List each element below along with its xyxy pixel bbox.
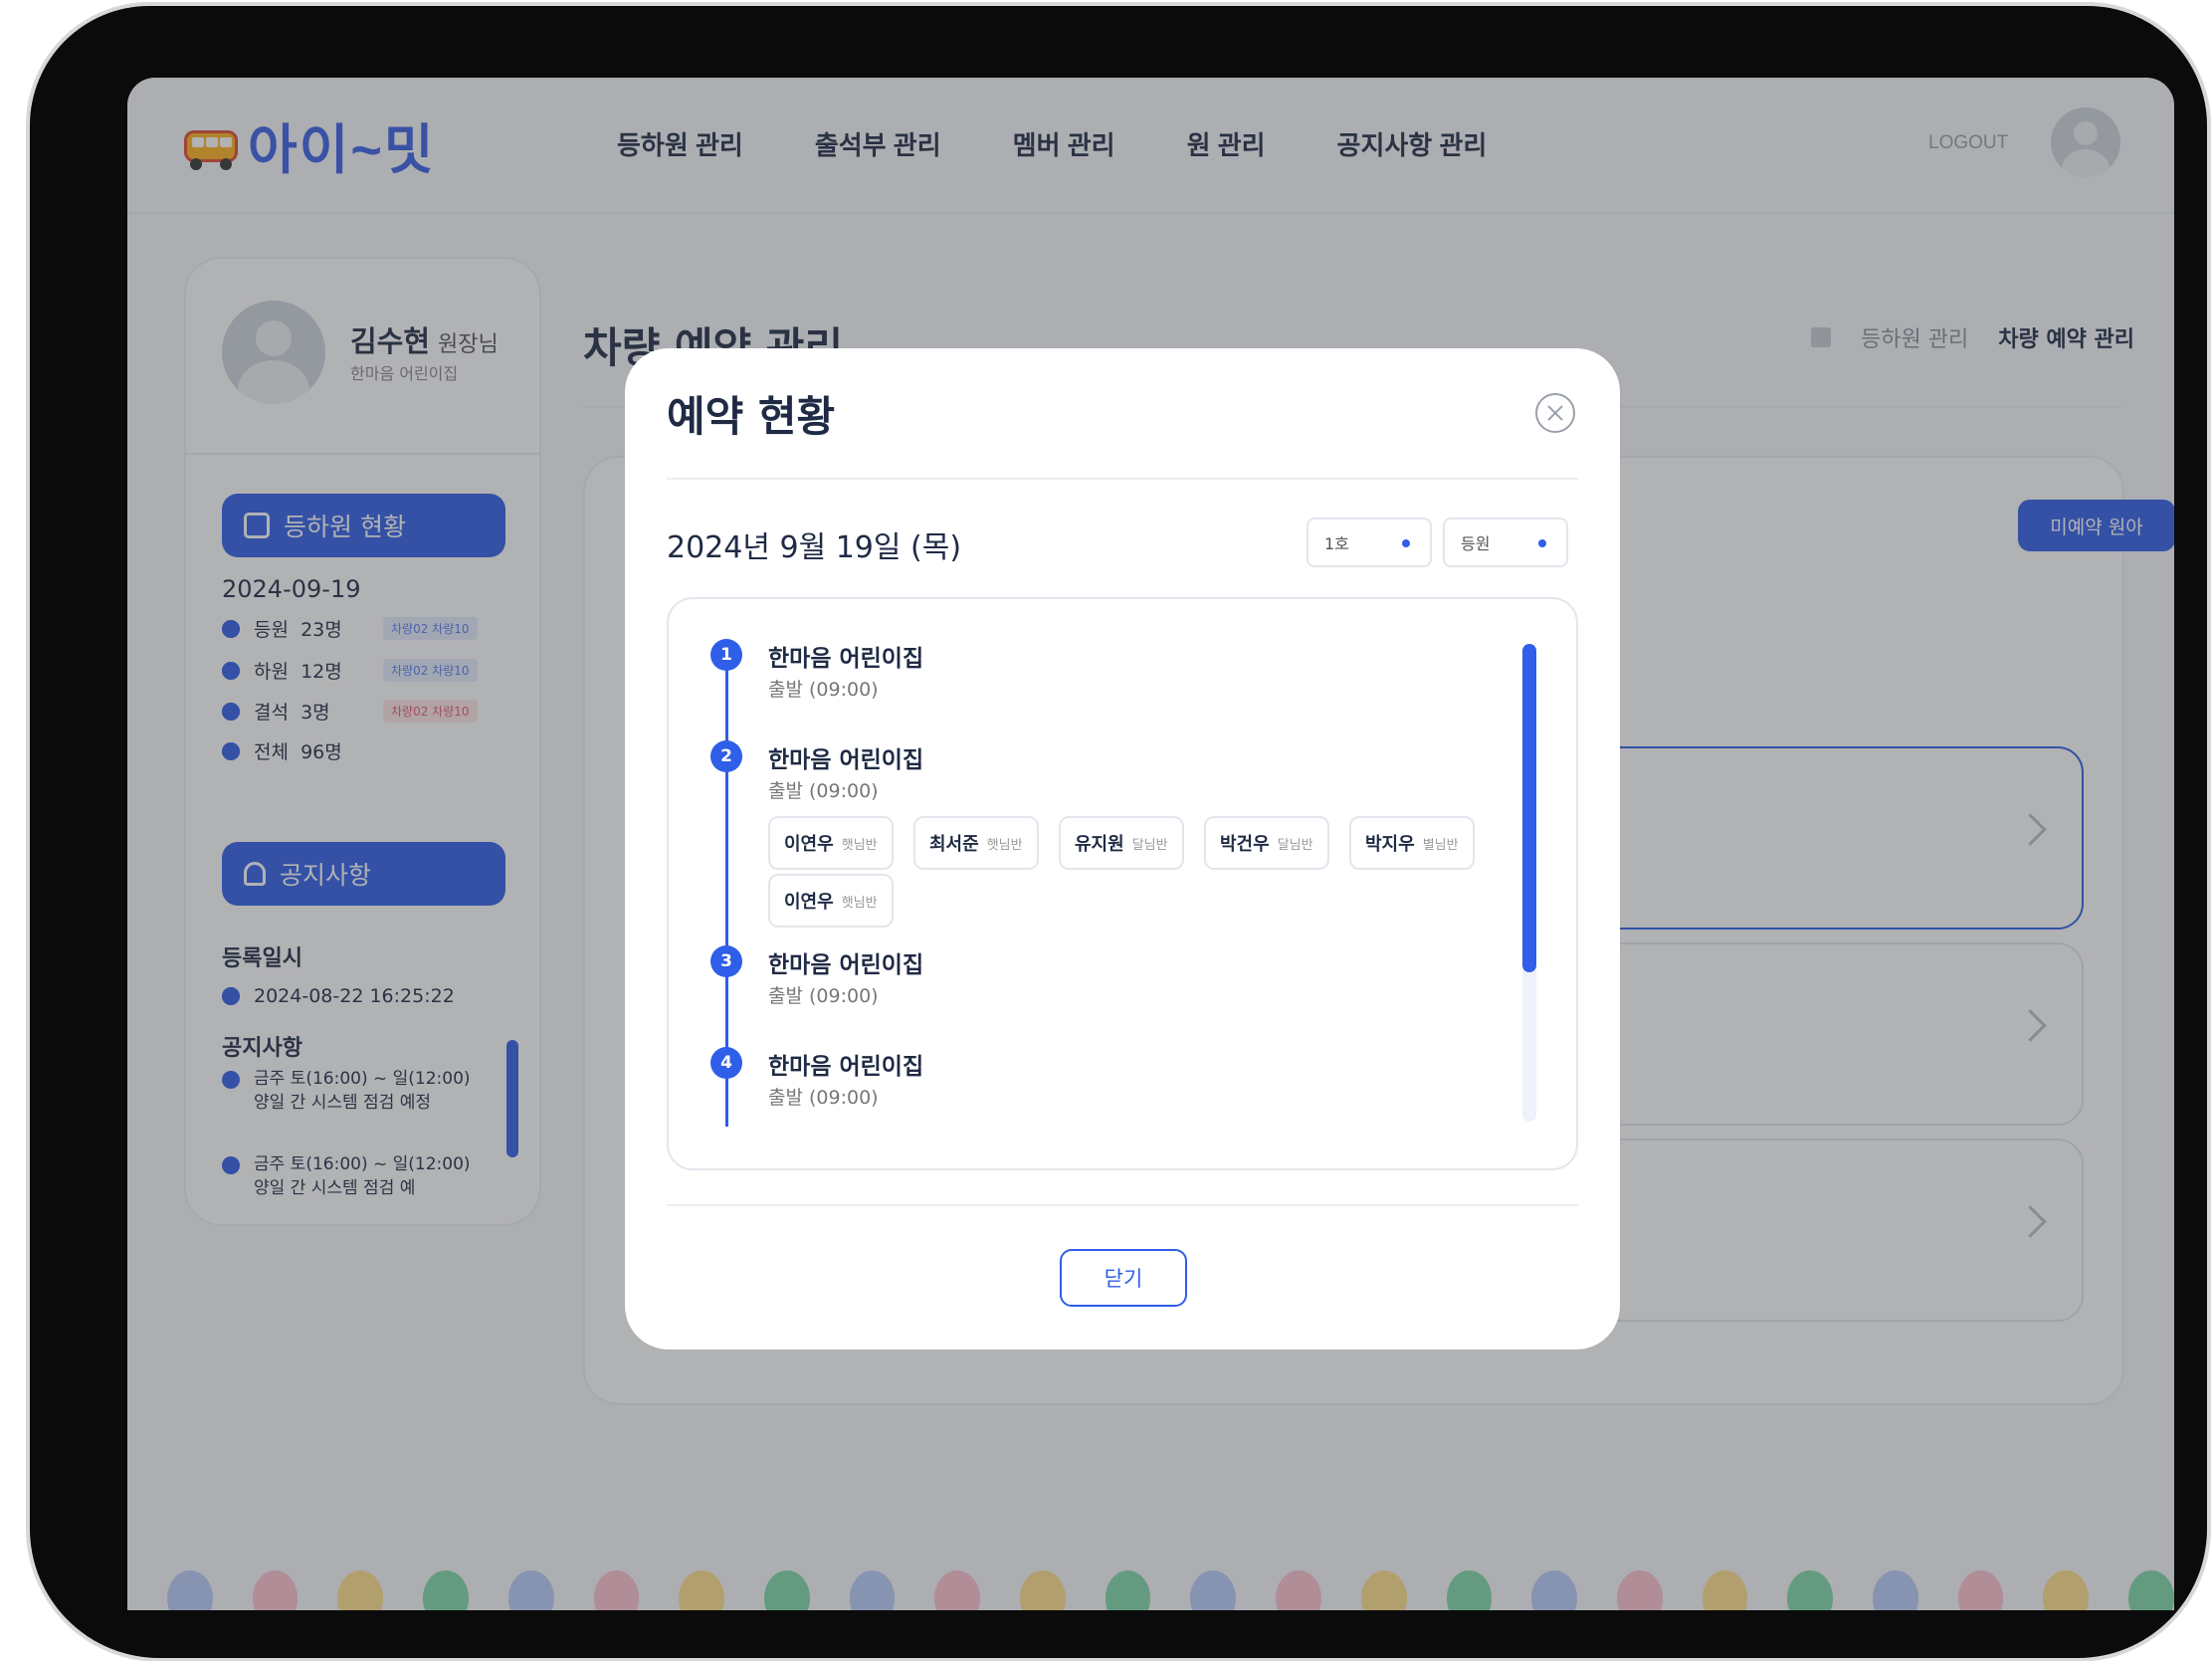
modal-title: 예약 현황 bbox=[667, 392, 836, 441]
type-select[interactable]: 등원 bbox=[1443, 518, 1568, 567]
route-timeline: 1 한마음 어린이집 출발 (09:00) 2 한마음 어린이집 출발 (09:… bbox=[667, 597, 1578, 1170]
chevron-down-icon bbox=[1402, 539, 1410, 547]
divider bbox=[667, 1204, 1578, 1206]
stop-name: 한마음 어린이집 bbox=[768, 952, 924, 978]
child-chip[interactable]: 유지원 달님반 bbox=[1059, 816, 1184, 870]
stop-number: 1 bbox=[710, 639, 742, 671]
child-chip[interactable]: 박건우 달님반 bbox=[1204, 816, 1329, 870]
divider bbox=[667, 478, 1578, 480]
child-chip[interactable]: 박지우 별님반 bbox=[1349, 816, 1475, 870]
stop-time: 출발 (09:00) bbox=[768, 985, 879, 1007]
vehicle-select-value: 1호 bbox=[1324, 534, 1349, 553]
child-chip[interactable]: 최서준 햇님반 bbox=[913, 816, 1039, 870]
close-icon[interactable] bbox=[1535, 393, 1575, 433]
vehicle-select[interactable]: 1호 bbox=[1307, 518, 1432, 567]
stop-name: 한마음 어린이집 bbox=[768, 1054, 924, 1080]
stop-number: 4 bbox=[710, 1047, 742, 1079]
timeline-scrollbar-thumb[interactable] bbox=[1522, 644, 1536, 972]
stop-time: 출발 (09:00) bbox=[768, 1087, 879, 1109]
stop-name: 한마음 어린이집 bbox=[768, 747, 924, 773]
stop-time: 출발 (09:00) bbox=[768, 780, 879, 802]
reservation-status-modal: 예약 현황 2024년 9월 19일 (목) 1호 등원 1 한마음 어린이집 … bbox=[625, 348, 1620, 1350]
close-button[interactable]: 닫기 bbox=[1060, 1249, 1187, 1307]
child-chip[interactable]: 이연우 햇님반 bbox=[768, 874, 894, 928]
stop-time: 출발 (09:00) bbox=[768, 679, 879, 701]
chevron-down-icon bbox=[1538, 539, 1546, 547]
stop-number: 2 bbox=[710, 740, 742, 772]
child-chip[interactable]: 이연우 햇님반 bbox=[768, 816, 894, 870]
stop-name: 한마음 어린이집 bbox=[768, 646, 924, 672]
type-select-value: 등원 bbox=[1461, 534, 1491, 553]
stop-number: 3 bbox=[710, 945, 742, 977]
modal-date: 2024년 9월 19일 (목) bbox=[667, 530, 962, 565]
